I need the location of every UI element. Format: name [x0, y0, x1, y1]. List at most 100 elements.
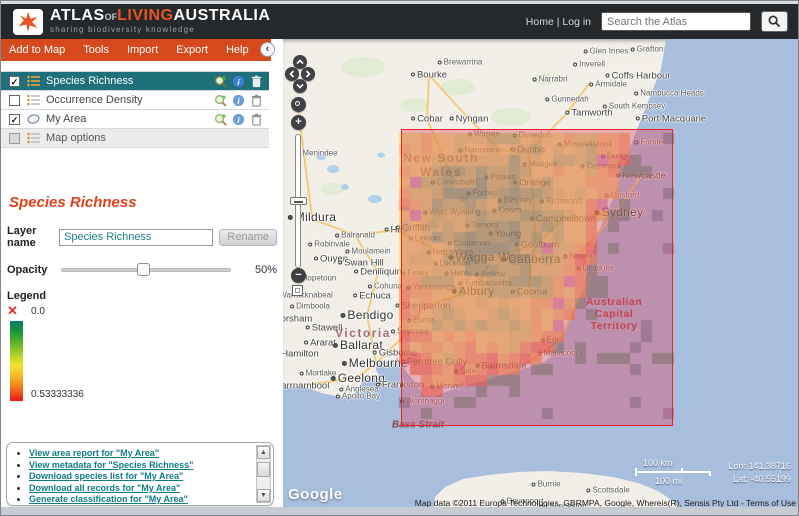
layer-details-panel: Species Richness Layer name Rename Opaci… — [1, 194, 283, 407]
zoom-to-layer-icon[interactable] — [214, 113, 227, 126]
town-marker-icon — [450, 117, 454, 121]
scroll-thumb[interactable] — [257, 462, 270, 477]
town-marker-icon — [300, 371, 304, 375]
town-marker-icon — [533, 77, 537, 81]
home-link[interactable]: Home — [526, 16, 554, 28]
town-marker-icon — [545, 97, 549, 101]
town-marker-icon — [584, 49, 588, 53]
town-label: Burnie — [531, 480, 560, 489]
town-label: Cobar — [411, 114, 443, 125]
opacity-slider-handle[interactable] — [137, 263, 150, 276]
layer-name-input[interactable] — [59, 229, 213, 246]
town-label: Coffs Harbour — [606, 71, 671, 82]
town-marker-icon — [368, 284, 372, 288]
zoom-out-button[interactable]: − — [291, 268, 306, 283]
my-area-rectangle[interactable] — [401, 129, 673, 426]
town-marker-icon — [606, 74, 610, 78]
town-marker-icon — [395, 304, 399, 308]
zoom-slider-handle[interactable] — [290, 197, 307, 205]
town-label: Hamilton — [283, 349, 319, 360]
links-scrollbar[interactable]: ▲ ▼ — [256, 445, 271, 503]
town-marker-icon — [342, 361, 347, 366]
menu-item-export[interactable]: Export — [176, 44, 208, 56]
delete-layer-icon[interactable] — [250, 113, 263, 126]
map-viewport[interactable]: BourkeBrewarrinaNarrabriGunnedahGlen Inn… — [283, 39, 799, 509]
town-marker-icon — [340, 313, 345, 318]
town-label: Deniliquin — [354, 267, 402, 278]
sidebar: Add to Map Tools Import Export Help ‹ ✓ … — [1, 39, 283, 516]
town-label: Bourke — [411, 70, 447, 81]
legend-min-value: 0.0 — [31, 306, 45, 317]
delete-layer-icon[interactable] — [250, 94, 263, 107]
menu-bar: Add to Map Tools Import Export Help — [1, 39, 271, 61]
layer-label: My Area — [46, 113, 209, 125]
ala-logo[interactable] — [13, 9, 43, 35]
header-links: Home | Log in — [526, 16, 591, 28]
link-separator: | — [557, 16, 560, 28]
town-marker-icon — [396, 226, 400, 230]
scale-km-label: 100 km — [643, 458, 711, 468]
view-metadata-link[interactable]: View metadata for "Species Richness" — [29, 460, 193, 470]
menu-item-add-to-map[interactable]: Add to Map — [9, 44, 65, 56]
town-label: Port Macquarie — [636, 114, 706, 125]
menu-item-import[interactable]: Import — [127, 44, 158, 56]
layers-list: ✓ Species Richness i — [1, 71, 269, 148]
brand-atlas: ATLAS — [50, 7, 105, 24]
layer-checkbox[interactable] — [9, 133, 20, 144]
menu-item-tools[interactable]: Tools — [83, 44, 109, 56]
brand-of: OF — [105, 12, 118, 22]
layer-row-map-options[interactable]: Map options — [1, 129, 269, 148]
sidebar-collapse-button[interactable]: ‹ — [260, 42, 275, 57]
town-marker-icon — [636, 117, 640, 121]
town-marker-icon — [353, 294, 357, 298]
town-label: Bendigo — [340, 308, 393, 322]
zoom-to-layer-icon[interactable] — [214, 75, 227, 88]
layer-row-occurrence-density[interactable]: Occurrence Density i — [1, 91, 269, 110]
scroll-up-button[interactable]: ▲ — [257, 446, 270, 459]
search-input[interactable] — [601, 12, 751, 31]
view-area-report-link[interactable]: View area report for "My Area" — [29, 448, 159, 458]
town-marker-icon — [411, 117, 415, 121]
brand-block: ATLASOFLIVINGAUSTRALIA sharing biodivers… — [50, 9, 270, 34]
menu-item-help[interactable]: Help — [226, 44, 249, 56]
town-marker-icon — [573, 62, 577, 66]
overview-map-toggle[interactable] — [292, 285, 303, 296]
layer-row-my-area[interactable]: ✓ My Area i — [1, 110, 269, 129]
brand-australia: AUSTRALIA — [173, 7, 270, 24]
town-label: Balranald — [335, 231, 375, 240]
layer-row-species-richness[interactable]: ✓ Species Richness i — [1, 72, 269, 91]
search-button[interactable] — [761, 11, 788, 32]
layer-info-icon[interactable]: i — [232, 75, 245, 88]
layer-label: Map options — [46, 132, 263, 144]
layer-info-icon[interactable]: i — [232, 94, 245, 107]
login-link[interactable]: Log in — [562, 16, 591, 28]
zoom-in-button[interactable]: + — [291, 115, 306, 130]
town-marker-icon — [411, 73, 415, 77]
layer-checkbox[interactable]: ✓ — [9, 114, 20, 125]
town-marker-icon — [391, 329, 395, 333]
town-marker-icon — [373, 351, 377, 355]
legend-no-value-icon: ✕ — [7, 303, 23, 319]
zoom-to-layer-icon[interactable] — [214, 94, 227, 107]
town-marker-icon — [336, 394, 340, 398]
layer-info-icon[interactable]: i — [232, 113, 245, 126]
layer-checkbox[interactable]: ✓ — [9, 76, 20, 87]
town-label: Glen Innes — [584, 47, 629, 56]
latitude-readout: Lat: -40.55199 — [728, 473, 791, 486]
town-marker-icon — [634, 91, 638, 95]
legend-max-value: 0.53333336 — [31, 389, 84, 400]
town-label: Ararat — [304, 338, 336, 349]
scroll-down-button[interactable]: ▼ — [257, 489, 270, 502]
rename-button[interactable]: Rename — [219, 229, 277, 246]
map-scale-bar: 100 km 100 mi — [635, 458, 711, 486]
delete-layer-icon[interactable] — [250, 75, 263, 88]
download-all-records-link[interactable]: Download all records for "My Area" — [29, 483, 180, 493]
opacity-slider[interactable] — [61, 263, 231, 276]
legend-label: Legend — [7, 290, 277, 302]
reset-view-button[interactable] — [291, 97, 306, 112]
download-species-list-link[interactable]: Download species list for "My Area" — [29, 471, 183, 481]
town-marker-icon — [331, 376, 336, 381]
town-marker-icon — [631, 47, 635, 51]
generate-classification-link[interactable]: Generate classification for "My Area" — [29, 494, 188, 504]
layer-checkbox[interactable] — [9, 95, 20, 106]
